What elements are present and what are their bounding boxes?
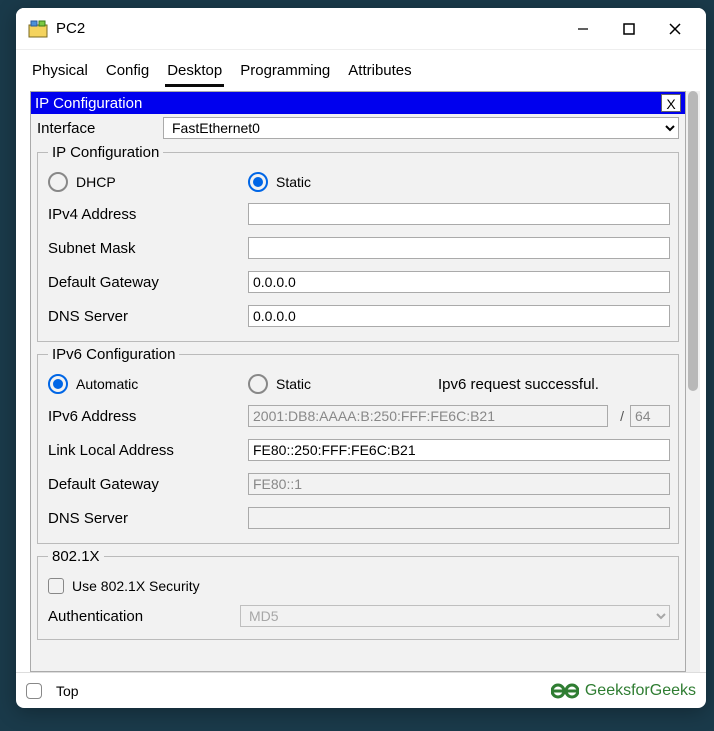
link-local-label: Link Local Address	[48, 442, 248, 459]
content-scrollbar[interactable]	[686, 91, 700, 672]
ipv4-address-label: IPv4 Address	[48, 206, 248, 223]
use-8021x-checkbox[interactable]	[48, 578, 64, 594]
tab-attributes[interactable]: Attributes	[346, 58, 413, 87]
app-window: PC2 Physical Config Desktop Programming …	[16, 8, 706, 708]
brand: GeeksforGeeks	[551, 682, 696, 700]
ipv6-fieldset: IPv6 Configuration Automatic Static Ipv6…	[37, 346, 679, 544]
top-checkbox[interactable]	[26, 683, 42, 699]
link-local-input[interactable]	[248, 439, 670, 461]
ipv4-dhcp-label: DHCP	[76, 174, 116, 190]
ipv4-dhcp-radio[interactable]	[48, 172, 68, 192]
use-8021x-label: Use 802.1X Security	[72, 578, 200, 594]
tab-bar: Physical Config Desktop Programming Attr…	[16, 50, 706, 87]
ipv4-static-radio[interactable]	[248, 172, 268, 192]
window-title: PC2	[56, 20, 560, 37]
ipv6-dns-label: DNS Server	[48, 510, 248, 527]
content-panel: IP Configuration X Interface FastEtherne…	[30, 91, 686, 672]
subnet-mask-input[interactable]	[248, 237, 670, 259]
brand-icon	[551, 682, 579, 700]
ipv6-prefix-input[interactable]	[630, 405, 670, 427]
tab-config[interactable]: Config	[104, 58, 151, 87]
ipv6-static-label: Static	[276, 376, 311, 392]
top-label: Top	[56, 683, 79, 699]
ipv6-gateway-label: Default Gateway	[48, 476, 248, 493]
default-gateway-label: Default Gateway	[48, 274, 248, 291]
ipv4-static-label: Static	[276, 174, 311, 190]
ipv6-status: Ipv6 request successful.	[438, 376, 599, 393]
dot1x-legend: 802.1X	[48, 548, 104, 565]
ipv6-address-label: IPv6 Address	[48, 408, 248, 425]
dns-server-input[interactable]	[248, 305, 670, 327]
interface-label: Interface	[37, 120, 157, 137]
close-button[interactable]	[652, 13, 698, 45]
panel-title-text: IP Configuration	[35, 95, 142, 112]
dns-server-label: DNS Server	[48, 308, 248, 325]
ipv6-gateway-input[interactable]	[248, 473, 670, 495]
brand-text: GeeksforGeeks	[585, 682, 696, 700]
interface-row: Interface FastEthernet0	[31, 114, 685, 142]
ipv6-automatic-label: Automatic	[76, 376, 138, 392]
ipv6-automatic-radio[interactable]	[48, 374, 68, 394]
panel-close-button[interactable]: X	[661, 94, 681, 112]
tab-desktop[interactable]: Desktop	[165, 58, 224, 87]
app-icon	[28, 19, 48, 39]
ipv4-address-input[interactable]	[248, 203, 670, 225]
subnet-mask-label: Subnet Mask	[48, 240, 248, 257]
interface-select[interactable]: FastEthernet0	[163, 117, 679, 139]
ipv6-static-radio[interactable]	[248, 374, 268, 394]
authentication-label: Authentication	[48, 608, 240, 625]
panel-header: IP Configuration X	[31, 92, 685, 114]
footer: Top GeeksforGeeks	[16, 672, 706, 708]
ipv6-prefix-separator: /	[620, 408, 624, 424]
ipv6-address-input[interactable]	[248, 405, 608, 427]
ipv4-legend: IP Configuration	[48, 144, 163, 161]
maximize-button[interactable]	[606, 13, 652, 45]
tab-programming[interactable]: Programming	[238, 58, 332, 87]
minimize-button[interactable]	[560, 13, 606, 45]
tab-physical[interactable]: Physical	[30, 58, 90, 87]
titlebar: PC2	[16, 8, 706, 50]
dot1x-fieldset: 802.1X Use 802.1X Security Authenticatio…	[37, 548, 679, 640]
ipv6-dns-input[interactable]	[248, 507, 670, 529]
ipv6-legend: IPv6 Configuration	[48, 346, 179, 363]
authentication-select[interactable]: MD5	[240, 605, 670, 627]
default-gateway-input[interactable]	[248, 271, 670, 293]
ipv4-fieldset: IP Configuration DHCP Static IPv4 Addres…	[37, 144, 679, 342]
scrollbar-thumb[interactable]	[688, 91, 698, 391]
